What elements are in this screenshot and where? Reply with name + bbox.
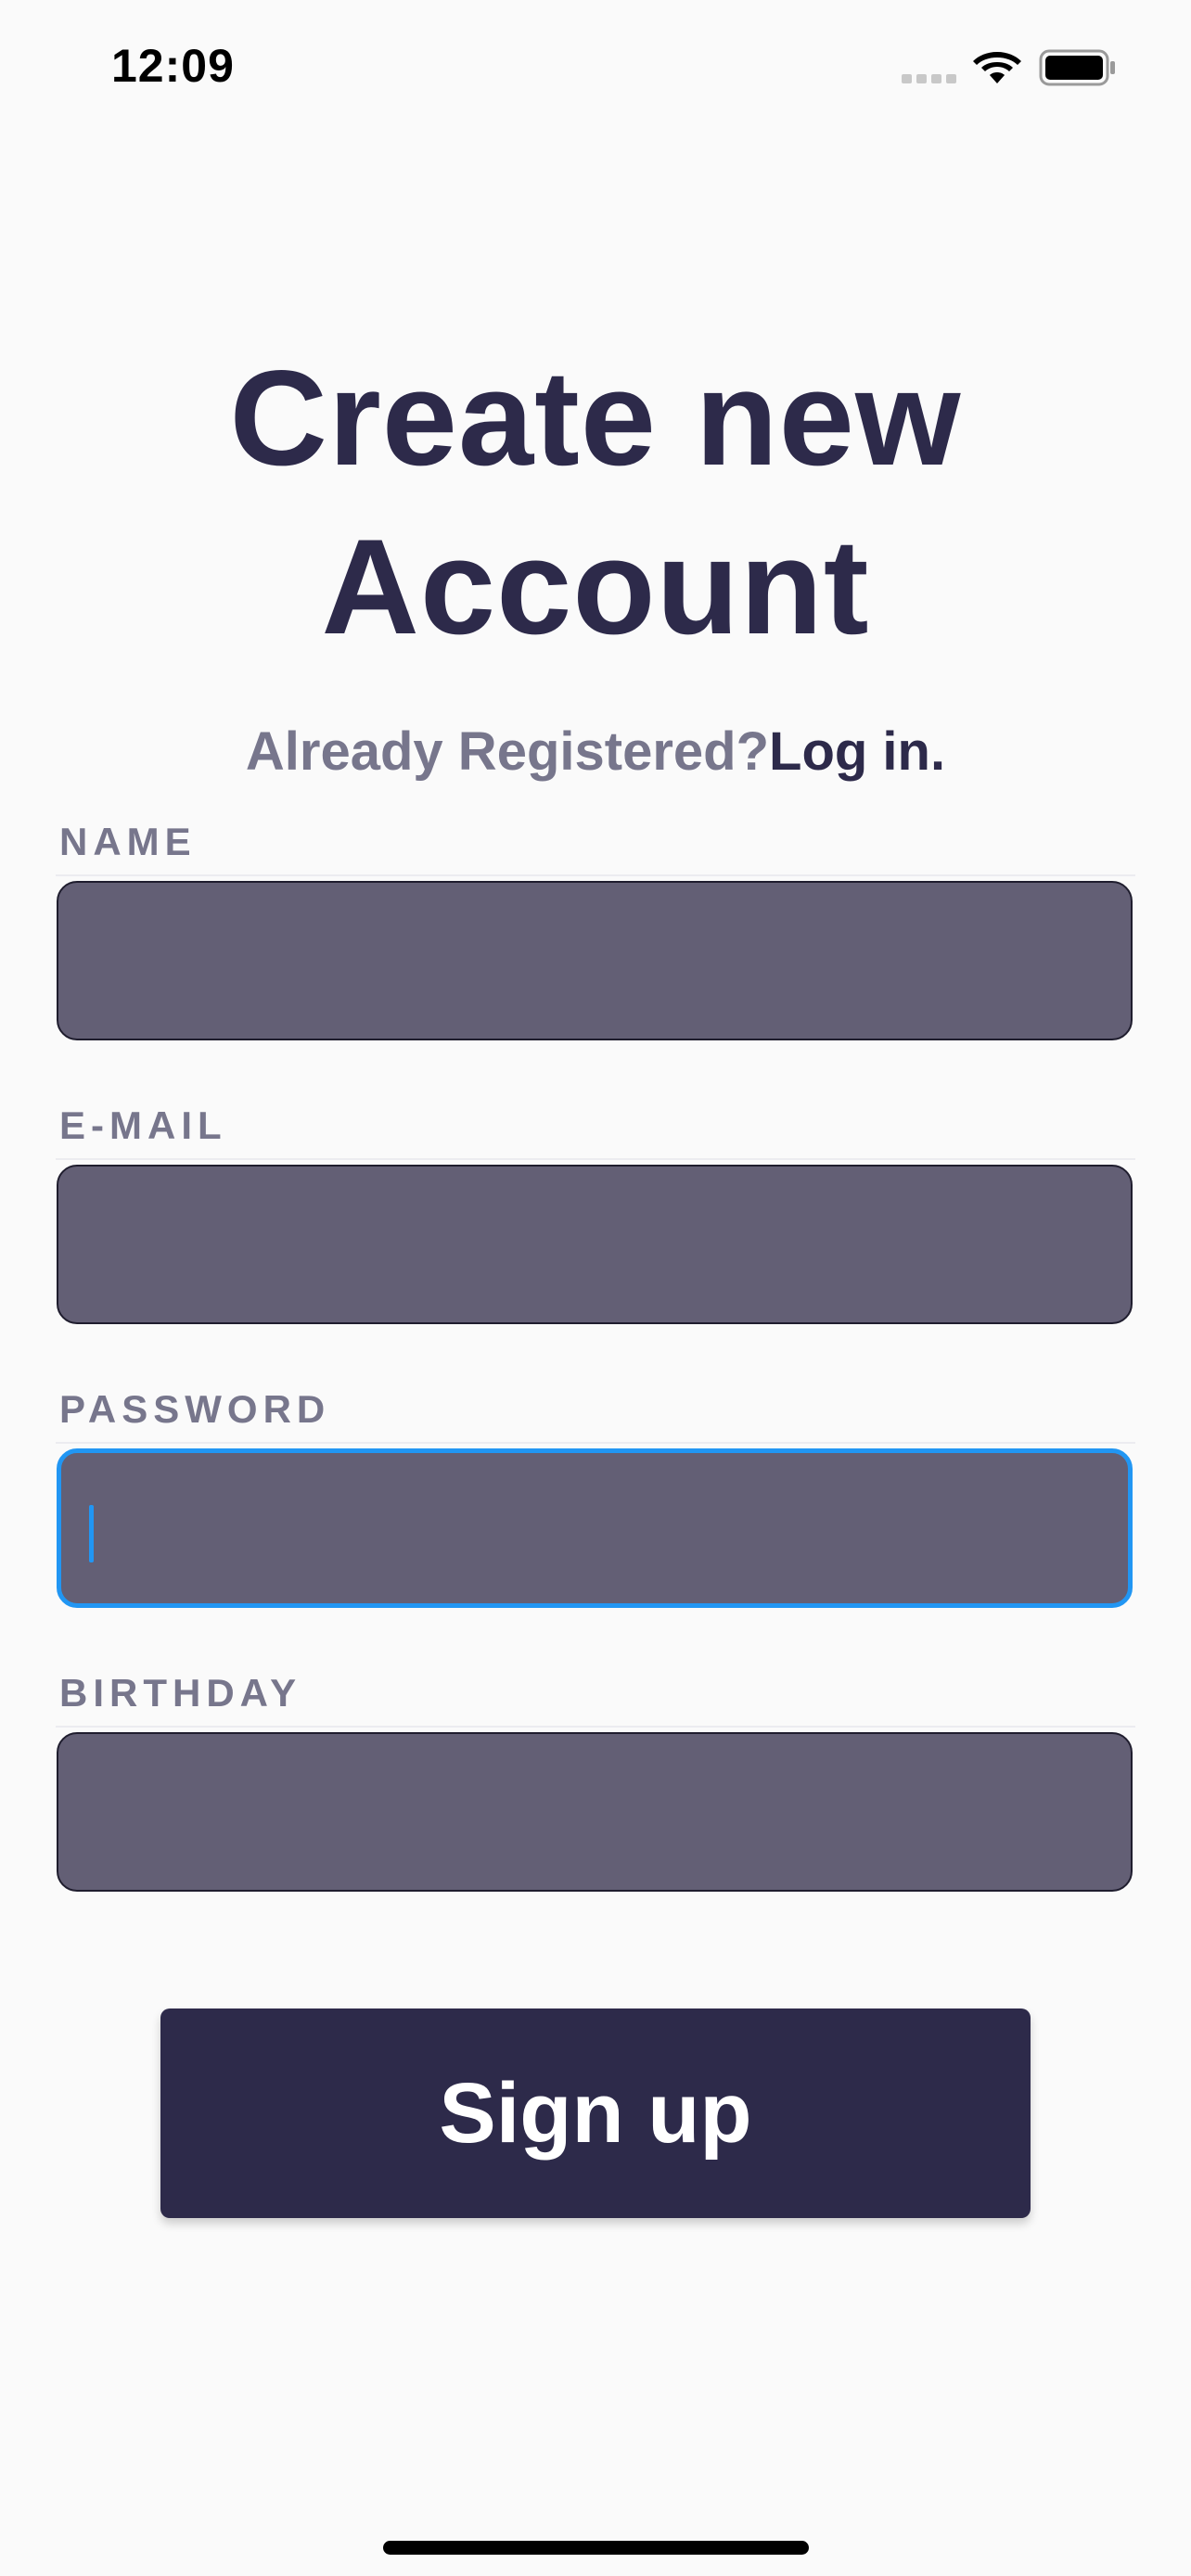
battery-icon — [1039, 49, 1115, 86]
birthday-label: BIRTHDAY — [59, 1671, 302, 1715]
login-prompt: Already Registered?Log in. — [0, 720, 1191, 784]
home-indicator[interactable] — [383, 2541, 809, 2555]
email-input[interactable] — [57, 1165, 1133, 1324]
email-label: E-MAIL — [59, 1103, 227, 1147]
page-title-line-2: Account — [321, 511, 870, 662]
page-title: Create new Account — [0, 334, 1191, 671]
name-label: NAME — [59, 820, 197, 863]
wifi-icon — [973, 52, 1021, 83]
status-bar: 12:09 — [0, 0, 1191, 139]
email-divider — [56, 1158, 1135, 1160]
birthday-divider — [56, 1726, 1135, 1728]
login-link[interactable]: Log in. — [769, 721, 945, 782]
birthday-input[interactable] — [57, 1732, 1133, 1892]
text-cursor — [89, 1505, 94, 1562]
page-title-line-1: Create new — [229, 342, 962, 493]
name-input[interactable] — [57, 881, 1133, 1040]
password-divider — [56, 1442, 1135, 1444]
password-input[interactable] — [57, 1448, 1133, 1608]
cellular-signal-icon — [902, 74, 957, 83]
sign-up-button-label: Sign up — [439, 2065, 752, 2161]
name-divider — [56, 874, 1135, 876]
already-registered-text: Already Registered? — [245, 721, 770, 782]
sign-up-button[interactable]: Sign up — [160, 2009, 1031, 2218]
status-time: 12:09 — [111, 40, 235, 92]
password-label: PASSWORD — [59, 1387, 331, 1431]
